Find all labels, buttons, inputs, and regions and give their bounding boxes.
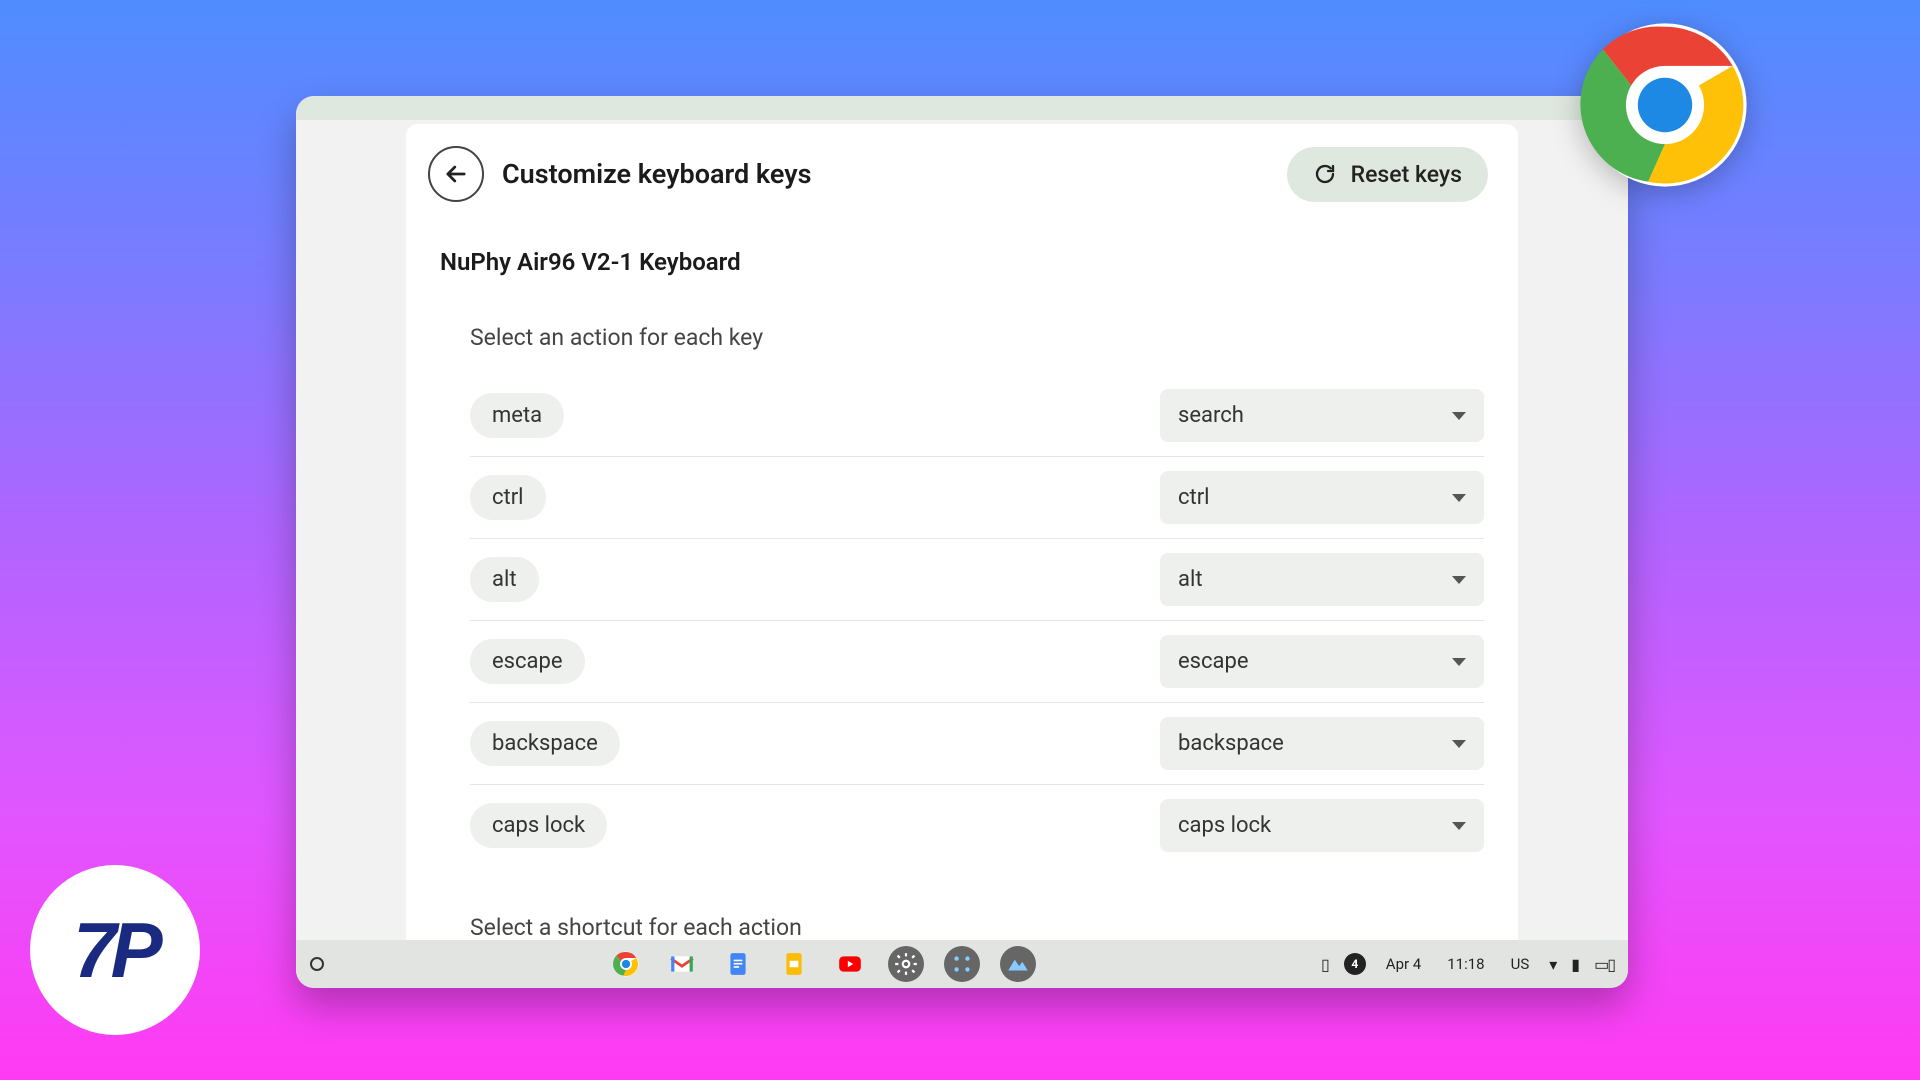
section-keys-label: Select an action for each key xyxy=(440,324,1484,351)
chevron-down-icon xyxy=(1452,494,1466,502)
reset-keys-button[interactable]: Reset keys xyxy=(1287,147,1488,202)
key-row: escape escape xyxy=(470,621,1484,703)
shelf-docs-icon[interactable] xyxy=(720,946,756,982)
shelf-youtube-icon[interactable] xyxy=(832,946,868,982)
battery-icon: ▮ xyxy=(1571,955,1580,974)
key-row: backspace backspace xyxy=(470,703,1484,785)
key-chip: meta xyxy=(470,393,564,438)
shelf-app2-icon[interactable] xyxy=(1000,946,1036,982)
key-chip: alt xyxy=(470,557,539,602)
settings-window: Customize keyboard keys Reset keys NuPhy… xyxy=(296,96,1628,988)
tray-ime: US xyxy=(1505,953,1536,975)
launcher-button[interactable] xyxy=(310,957,324,971)
tray-time: 11:18 xyxy=(1441,953,1490,975)
chevron-down-icon xyxy=(1452,576,1466,584)
wifi-icon: ▾ xyxy=(1549,955,1557,974)
phone-hub-icon[interactable]: ▯ xyxy=(1321,955,1330,974)
shelf-settings-icon[interactable] xyxy=(888,946,924,982)
shelf-slides-icon[interactable] xyxy=(776,946,812,982)
key-action-select[interactable]: caps lock xyxy=(1160,799,1484,852)
key-row: alt alt xyxy=(470,539,1484,621)
key-action-select[interactable]: escape xyxy=(1160,635,1484,688)
shelf-gmail-icon[interactable] xyxy=(664,946,700,982)
key-row: caps lock caps lock xyxy=(470,785,1484,866)
quick-settings-icon[interactable]: ▭▯ xyxy=(1594,955,1614,974)
key-action-value: ctrl xyxy=(1178,485,1210,510)
page-title: Customize keyboard keys xyxy=(502,158,1269,190)
shelf: ▯ 4 Apr 4 11:18 US ▾ ▮ ▭▯ xyxy=(296,940,1628,988)
arrow-left-icon xyxy=(442,160,470,188)
key-action-value: alt xyxy=(1178,567,1203,592)
back-button[interactable] xyxy=(428,146,484,202)
keyboard-name: NuPhy Air96 V2-1 Keyboard xyxy=(440,248,1484,276)
key-chip: caps lock xyxy=(470,803,607,848)
key-row: meta search xyxy=(470,375,1484,457)
tp-logo-icon: 7P xyxy=(30,865,200,1035)
settings-panel: Customize keyboard keys Reset keys NuPhy… xyxy=(406,124,1518,940)
reset-keys-label: Reset keys xyxy=(1351,161,1462,188)
shelf-chrome-icon[interactable] xyxy=(608,946,644,982)
key-action-select[interactable]: ctrl xyxy=(1160,471,1484,524)
key-chip: backspace xyxy=(470,721,620,766)
key-action-select[interactable]: backspace xyxy=(1160,717,1484,770)
notification-count[interactable]: 4 xyxy=(1344,953,1366,975)
system-tray[interactable]: ▯ 4 Apr 4 11:18 US ▾ ▮ ▭▯ xyxy=(1321,953,1614,975)
key-chip: escape xyxy=(470,639,585,684)
shelf-app1-icon[interactable] xyxy=(944,946,980,982)
chevron-down-icon xyxy=(1452,412,1466,420)
chevron-down-icon xyxy=(1452,658,1466,666)
key-row: ctrl ctrl xyxy=(470,457,1484,539)
chevron-down-icon xyxy=(1452,822,1466,830)
key-action-value: search xyxy=(1178,403,1244,428)
key-action-value: backspace xyxy=(1178,731,1284,756)
chrome-logo-icon xyxy=(1580,20,1750,190)
reset-icon xyxy=(1313,162,1337,186)
key-action-value: caps lock xyxy=(1178,813,1271,838)
window-titlebar xyxy=(296,96,1628,120)
key-chip: ctrl xyxy=(470,475,546,520)
key-action-select[interactable]: alt xyxy=(1160,553,1484,606)
tray-date: Apr 4 xyxy=(1380,953,1427,975)
chevron-down-icon xyxy=(1452,740,1466,748)
section-shortcut-label: Select a shortcut for each action xyxy=(440,914,1484,940)
key-action-value: escape xyxy=(1178,649,1249,674)
key-action-select[interactable]: search xyxy=(1160,389,1484,442)
